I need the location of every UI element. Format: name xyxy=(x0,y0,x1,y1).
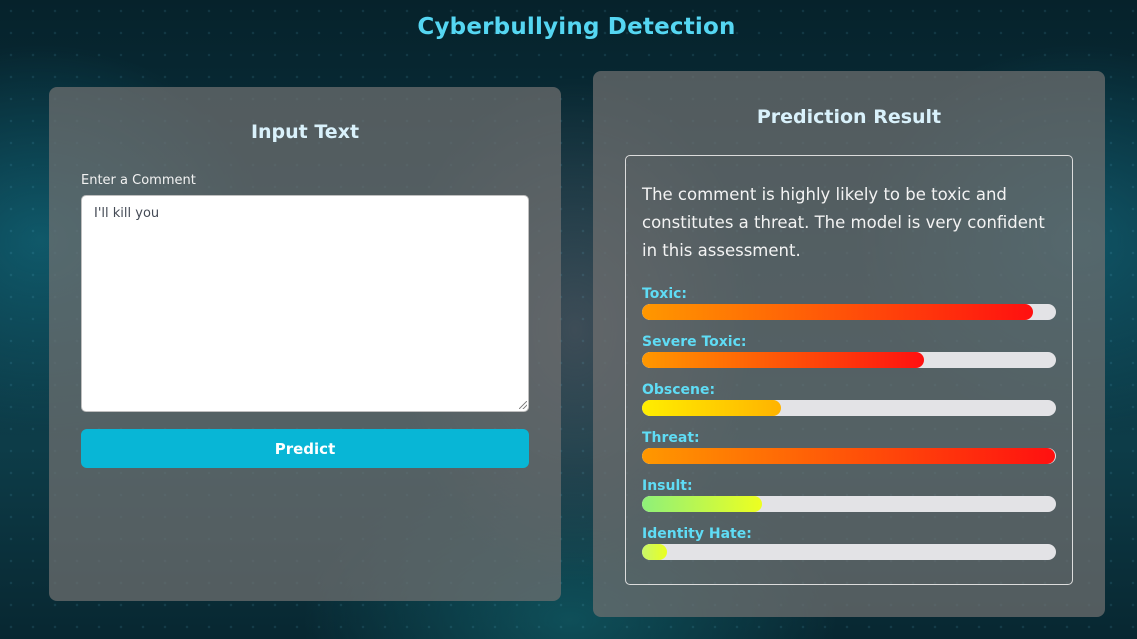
metric-label: Threat: xyxy=(642,430,700,446)
input-panel-heading: Input Text xyxy=(250,121,360,143)
resize-handle-icon[interactable] xyxy=(519,401,527,409)
metric-obscene: Obscene: xyxy=(642,380,1056,416)
metric-fill xyxy=(642,544,667,560)
result-panel: Prediction Result The comment is highly … xyxy=(593,71,1105,617)
metric-fill xyxy=(642,448,1056,464)
page-title: Cyberbullying Detection xyxy=(417,14,736,40)
metric-track xyxy=(642,496,1056,512)
metric-threat: Threat: xyxy=(642,428,1056,464)
metric-label: Insult: xyxy=(642,478,693,494)
result-panel-heading: Prediction Result xyxy=(756,106,942,128)
metric-toxic: Toxic: xyxy=(642,284,1056,320)
comment-input[interactable]: I'll kill you xyxy=(81,195,529,412)
metric-fill xyxy=(642,496,763,512)
metric-label: Toxic: xyxy=(642,286,688,302)
metric-track xyxy=(642,400,1056,416)
metric-track xyxy=(642,448,1056,464)
metric-severe-toxic: Severe Toxic: xyxy=(642,332,1056,368)
result-box: The comment is highly likely to be toxic… xyxy=(625,155,1073,585)
metric-fill xyxy=(642,400,781,416)
metric-track xyxy=(642,544,1056,560)
metric-fill xyxy=(642,352,924,368)
predict-button[interactable]: Predict xyxy=(81,429,529,468)
metric-identity-hate: Identity Hate: xyxy=(642,524,1056,560)
result-summary: The comment is highly likely to be toxic… xyxy=(642,185,1045,260)
input-panel: Input Text Enter a Comment I'll kill you… xyxy=(49,87,561,601)
metric-label: Obscene: xyxy=(642,382,716,398)
metric-track xyxy=(642,304,1056,320)
metric-label: Severe Toxic: xyxy=(642,334,747,350)
metric-label: Identity Hate: xyxy=(642,526,752,542)
metric-fill xyxy=(642,304,1034,320)
comment-field-label: Enter a Comment xyxy=(81,173,196,188)
metric-insult: Insult: xyxy=(642,476,1056,512)
metric-track xyxy=(642,352,1056,368)
